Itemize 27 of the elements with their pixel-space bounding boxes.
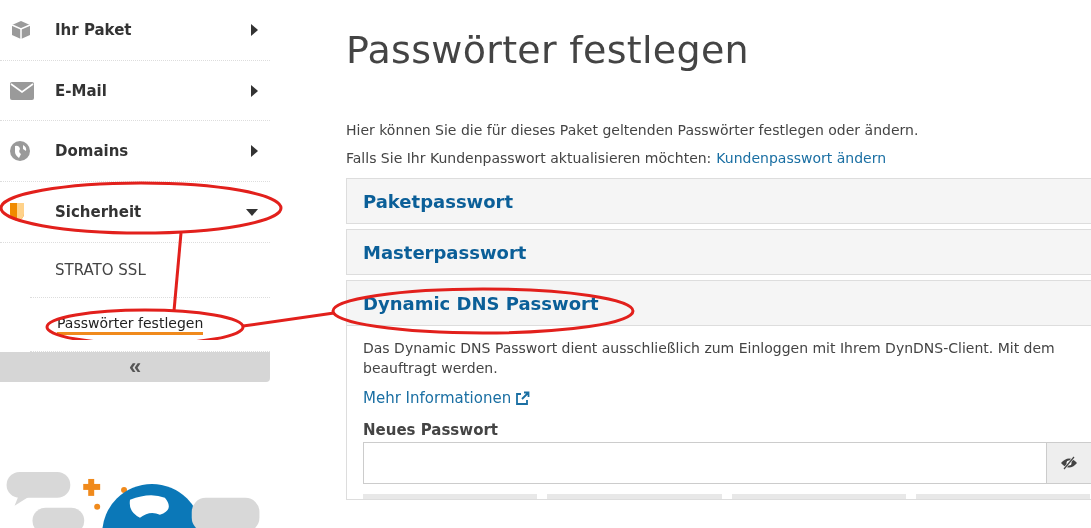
intro-text: Hier können Sie die für dieses Paket geltenden Passwörter festlegen oder ändern. — [346, 122, 920, 138]
more-info-link[interactable]: Mehr Informationen — [363, 389, 531, 407]
collapse-button[interactable]: « — [0, 352, 270, 383]
field-label: Neues Passwort — [363, 421, 500, 439]
customer-password-link[interactable]: Kundenpasswort ändern — [716, 150, 887, 166]
submenu-item[interactable]: Passwörter festlegen — [57, 314, 204, 335]
accordion-header[interactable]: Dynamic DNS Passwort — [347, 281, 1091, 325]
caret-right-icon — [251, 84, 258, 97]
external-link-icon — [515, 390, 531, 406]
caret-right-icon — [251, 145, 258, 158]
accordion-header[interactable]: Masterpasswort — [347, 230, 1091, 274]
sidebar-item[interactable]: Domains — [0, 121, 270, 183]
globe-icon — [10, 141, 30, 162]
sidebar-item[interactable]: Ihr Paket — [0, 0, 270, 61]
accordion-header[interactable]: Paketpasswort — [347, 179, 1091, 223]
submenu-item[interactable]: STRATO SSL — [55, 260, 146, 279]
caret-right-icon — [251, 23, 258, 36]
sidebar-item[interactable]: Sicherheit — [0, 182, 270, 243]
cube-icon — [10, 18, 32, 41]
page-title: Passwörter festlegen — [346, 28, 750, 72]
shield-icon — [10, 203, 24, 221]
customer-password-text: Falls Sie Ihr Kundenpasswort aktualisieren möchten: — [346, 150, 712, 166]
description-text: Das Dynamic DNS Passwort dient ausschließlich zum Einloggen mit Ihrem DynDNS-Client. Mit dem — [363, 340, 1056, 356]
caret-down-icon — [246, 208, 258, 216]
description-text: beauftragt werden. — [363, 360, 499, 376]
envelope-icon — [10, 81, 34, 100]
sidebar-item[interactable]: E-Mail — [0, 60, 270, 122]
